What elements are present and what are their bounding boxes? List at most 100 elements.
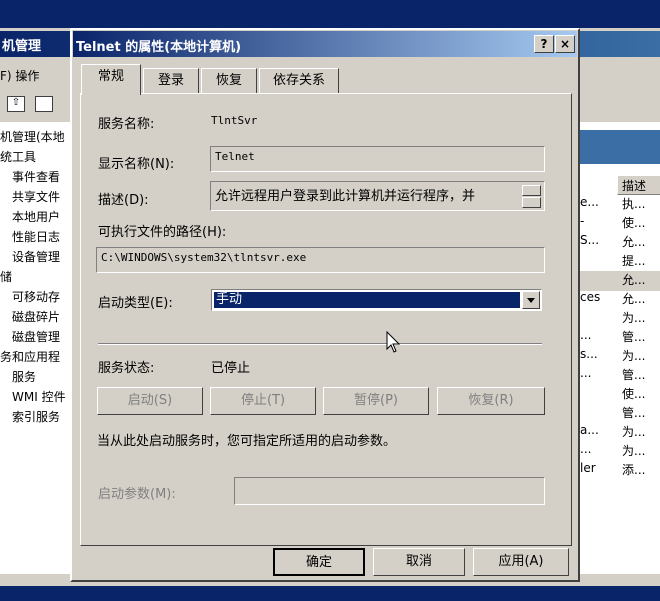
row-description-cell: 为... — [622, 349, 646, 363]
row-name-cell: ler — [580, 461, 596, 475]
display-name-label: 显示名称(N): — [98, 157, 175, 172]
startup-params-hint: 当从此处启动服务时，您可指定所适用的启动参数。 — [97, 434, 397, 449]
taskbar — [0, 586, 660, 601]
toolbar: ⇧ — [0, 92, 70, 118]
service-name-label: 服务名称: — [98, 117, 155, 132]
row-description-cell: 管... — [622, 330, 646, 344]
background-window-title: 机管理 — [2, 39, 42, 54]
tab-general[interactable]: 常规 — [81, 64, 141, 95]
row-description-cell: 允... — [622, 292, 646, 306]
help-button[interactable]: ? — [534, 35, 554, 53]
row-name-cell: s... — [580, 347, 598, 361]
tree-item[interactable]: 服务 — [12, 368, 36, 388]
table-row[interactable]: 管... — [578, 404, 660, 424]
row-name-cell: e... — [580, 195, 599, 209]
service-name-value: TlntSvr — [211, 114, 258, 127]
tree-item[interactable]: 事件查看 — [12, 168, 60, 188]
console-tree: 机管理(本地 统工具 事件查看 共享文件 本地用户 性能日志 设备管理 储 可移… — [0, 122, 70, 574]
table-row[interactable]: ... 管... — [578, 328, 660, 348]
table-row[interactable]: ... 管... — [578, 366, 660, 386]
tree-item[interactable]: 设备管理 — [12, 248, 60, 268]
table-row[interactable]: e... 执... — [578, 195, 660, 215]
startup-params-label: 启动参数(M): — [98, 487, 176, 502]
description-label: 描述(D): — [98, 193, 149, 208]
start-button[interactable]: 启动(S) — [97, 387, 203, 415]
resume-button[interactable]: 恢复(R) — [437, 387, 545, 415]
row-description-cell: 执... — [622, 197, 646, 211]
row-name-cell: ... — [580, 366, 592, 380]
ok-button[interactable]: 确定 — [273, 548, 365, 576]
column-header-label: 描述 — [622, 179, 647, 193]
tab-dependencies[interactable]: 依存关系 — [259, 68, 339, 94]
tree-item[interactable]: 可移动存 — [12, 288, 60, 308]
row-name-cell: ... — [580, 328, 592, 342]
description-field[interactable]: 允许远程用户登录到此计算机并运行程序，并 — [210, 181, 545, 211]
chevron-down-icon[interactable] — [522, 291, 540, 309]
table-row[interactable]: a... 为... — [578, 423, 660, 443]
table-row[interactable]: - 使... — [578, 214, 660, 234]
tab-recovery[interactable]: 恢复 — [201, 68, 257, 94]
executable-path-label: 可执行文件的路径(H): — [98, 225, 227, 240]
table-row[interactable]: 提... — [578, 252, 660, 272]
tab-logon[interactable]: 登录 — [143, 68, 199, 94]
table-row[interactable]: 使... — [578, 385, 660, 405]
row-description-cell: 允... — [622, 273, 646, 287]
stop-button[interactable]: 停止(T) — [210, 387, 316, 415]
up-level-icon[interactable]: ⇧ — [7, 96, 25, 112]
row-description-cell: 添... — [622, 463, 646, 477]
startup-type-label: 启动类型(E): — [98, 296, 173, 311]
row-description-cell: 为... — [622, 311, 646, 325]
table-row[interactable]: S... 允... — [578, 233, 660, 253]
table-row[interactable]: 为... — [578, 309, 660, 329]
dialog-title: Telnet 的属性(本地计算机) — [76, 40, 242, 55]
startup-type-select[interactable]: 手动 — [211, 289, 542, 311]
row-description-cell: 使... — [622, 216, 646, 230]
tree-item[interactable]: 本地用户 — [12, 208, 60, 228]
scroll-down-icon[interactable] — [522, 197, 541, 208]
row-description-cell: 为... — [622, 444, 646, 458]
services-banner — [578, 130, 660, 164]
pause-button[interactable]: 暂停(P) — [323, 387, 429, 415]
row-name-cell: - — [580, 214, 585, 228]
executable-path-field[interactable]: C:\WINDOWS\system32\tlntsvr.exe — [96, 247, 545, 273]
tree-item[interactable]: 索引服务 — [12, 408, 60, 428]
tree-item[interactable]: 储 — [0, 268, 12, 288]
row-description-cell: 管... — [622, 368, 646, 382]
table-row[interactable]: ces 允... — [578, 290, 660, 310]
tree-item[interactable]: 磁盘管理 — [12, 328, 60, 348]
show-hide-tree-icon[interactable] — [35, 96, 53, 112]
row-description-cell: 为... — [622, 425, 646, 439]
startup-params-input[interactable] — [234, 477, 545, 505]
tree-item[interactable]: 磁盘碎片 — [12, 308, 60, 328]
tree-item[interactable]: 共享文件 — [12, 188, 60, 208]
table-row[interactable]: ... 为... — [578, 442, 660, 462]
row-description-cell: 管... — [622, 406, 646, 420]
close-button[interactable]: × — [555, 35, 575, 53]
column-header-description[interactable]: 描述 — [617, 176, 660, 195]
menu-action[interactable]: F) 操作 — [0, 67, 39, 84]
display-name-field[interactable]: Telnet — [210, 146, 545, 172]
table-row[interactable]: ler 添... — [578, 461, 660, 481]
apply-button[interactable]: 应用(A) — [473, 548, 569, 576]
desktop-top-band — [0, 0, 660, 28]
row-name-cell: S... — [580, 233, 600, 247]
tree-item[interactable]: 统工具 — [0, 148, 36, 168]
tree-item[interactable]: WMI 控件 — [12, 388, 66, 408]
row-description-cell: 提... — [622, 254, 646, 268]
divider — [98, 343, 542, 345]
service-status-value: 已停止 — [211, 361, 251, 376]
row-description-cell: 使... — [622, 387, 646, 401]
service-status-label: 服务状态: — [98, 361, 155, 376]
startup-type-value: 手动 — [214, 292, 520, 308]
dialog-titlebar[interactable]: Telnet 的属性(本地计算机) ? × — [73, 31, 577, 57]
table-row[interactable]: s... 为... — [578, 347, 660, 367]
cancel-button[interactable]: 取消 — [373, 548, 465, 576]
row-name-cell: ces — [580, 290, 601, 304]
row-description-cell: 允... — [622, 235, 646, 249]
row-name-cell: ... — [580, 442, 592, 456]
tree-item[interactable]: 性能日志 — [12, 228, 60, 248]
scroll-up-icon[interactable] — [522, 185, 541, 196]
tree-item[interactable]: 机管理(本地 — [0, 128, 65, 148]
tree-item[interactable]: 务和应用程 — [0, 348, 60, 368]
table-row[interactable]: 允... — [578, 271, 660, 291]
